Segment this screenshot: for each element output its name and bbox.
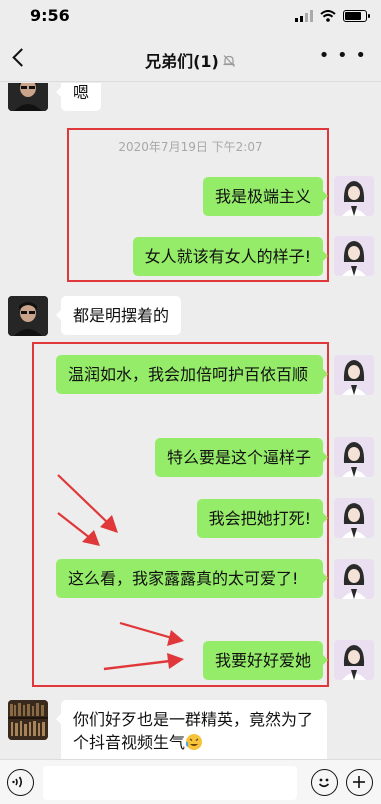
status-time: 9:56 <box>30 6 70 25</box>
chat-header: 兄弟们(1) • • • <box>0 34 381 82</box>
plus-icon[interactable] <box>346 769 373 796</box>
arrow-3 <box>119 621 184 646</box>
chat-title-text: 兄弟们(1) <box>145 52 219 71</box>
battery-icon <box>343 10 370 22</box>
more-icon[interactable]: • • • <box>319 47 367 65</box>
status-bar: 9:56 <box>0 0 381 34</box>
signal-icon <box>295 10 313 22</box>
input-bar <box>0 759 381 804</box>
annotation-arrows <box>57 474 184 671</box>
arrow-1 <box>57 474 118 533</box>
message-bubble-incoming[interactable]: 你们好歹也是一群精英，竟然为了个抖音视频生气 <box>56 700 327 759</box>
arrow-4 <box>103 653 184 671</box>
chat-messages[interactable]: 嗯 2020年7月19日 下午2:07 我是极端主义 女人就该有女人的样子! 都… <box>0 83 381 759</box>
avatar-friend-bookshelf[interactable] <box>8 700 48 740</box>
wifi-icon <box>320 10 336 22</box>
status-icons <box>295 10 370 22</box>
arrow-2 <box>57 512 100 546</box>
message-input[interactable] <box>43 766 297 800</box>
emoji-icon[interactable] <box>311 769 338 796</box>
voice-icon[interactable] <box>7 769 34 796</box>
crying-laugh-emoji <box>185 734 203 750</box>
mute-bell-icon <box>223 55 235 67</box>
